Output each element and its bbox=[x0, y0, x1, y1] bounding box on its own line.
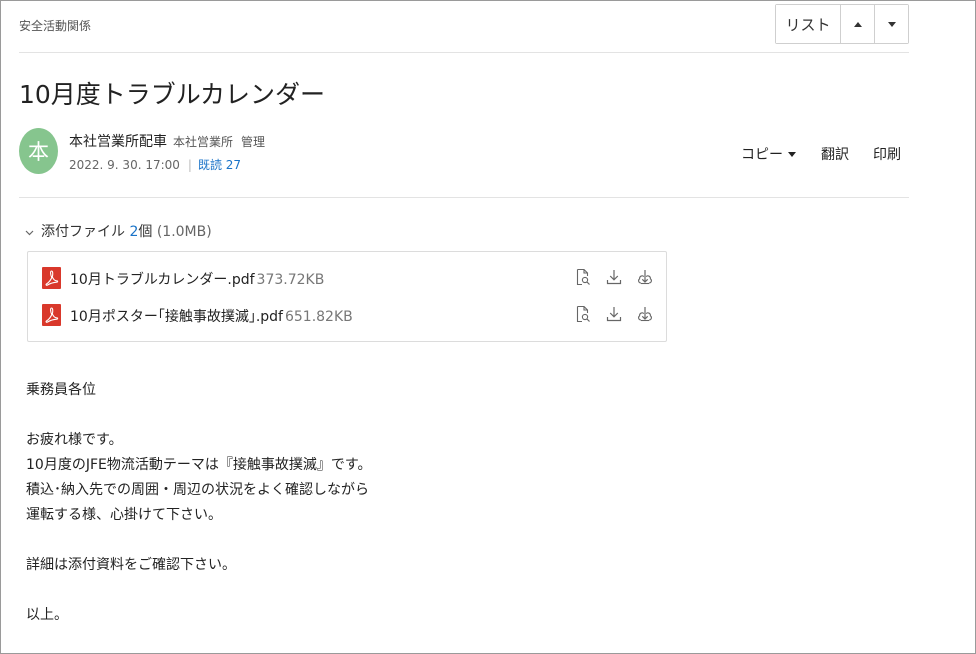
post-body: 乗務員各位 お疲れ様です。 10月度のJFE物流活動テーマは『接触事故撲滅』です… bbox=[26, 378, 371, 628]
read-count-link[interactable]: 既読 27 bbox=[198, 158, 241, 172]
attachment-size: 651.82KB bbox=[284, 309, 353, 325]
copy-label: コピー bbox=[741, 147, 783, 163]
body-blank-line bbox=[26, 578, 371, 603]
preview-icon[interactable] bbox=[574, 268, 592, 286]
pdf-icon bbox=[42, 267, 61, 289]
sender-department: 本社営業所 bbox=[173, 135, 234, 149]
download-icon[interactable] bbox=[605, 305, 623, 323]
attachment-actions bbox=[561, 305, 654, 323]
post-navigation: リスト bbox=[775, 4, 909, 44]
attachment-item: 10月トラブルカレンダー.pdf 373.72KB bbox=[42, 267, 654, 289]
cloud-download-icon[interactable] bbox=[636, 268, 654, 286]
sender-name[interactable]: 本社営業所配車 bbox=[69, 134, 167, 150]
caret-down-icon bbox=[887, 21, 896, 27]
caret-up-icon bbox=[853, 21, 862, 27]
sender-line: 本社営業所配車 本社営業所 管理 bbox=[69, 131, 265, 151]
body-line: お疲れ様です。 bbox=[26, 432, 123, 448]
post-date: 2022. 9. 30. 17:00 bbox=[69, 158, 180, 172]
body-line: 詳細は添付資料をご確認下さい。 bbox=[26, 557, 236, 573]
body-line: 運転する様、心掛けて下さい。 bbox=[26, 507, 222, 523]
attachment-filename: 10月ポスター｢接触事故撲滅｣.pdf bbox=[70, 309, 283, 325]
attachments-count-suffix: 個 bbox=[138, 224, 153, 240]
attachment-name-link[interactable]: 10月ポスター｢接触事故撲滅｣.pdf 651.82KB bbox=[70, 306, 353, 326]
attachment-item: 10月ポスター｢接触事故撲滅｣.pdf 651.82KB bbox=[42, 304, 654, 326]
pdf-icon bbox=[42, 304, 61, 326]
translate-button[interactable]: 翻訳 bbox=[821, 144, 849, 164]
post-title: 10月度トラブルカレンダー bbox=[19, 80, 326, 109]
body-blank-line bbox=[26, 528, 371, 553]
preview-icon[interactable] bbox=[574, 305, 592, 323]
header-row: 安全活動関係 リスト bbox=[19, 0, 909, 53]
attachments-toggle[interactable]: 添付ファイル 2個 (1.0MB) bbox=[25, 221, 212, 241]
attachment-actions bbox=[561, 268, 654, 286]
body-line: 以上。 bbox=[26, 607, 68, 623]
avatar[interactable]: 本 bbox=[19, 128, 58, 174]
next-post-button[interactable] bbox=[874, 5, 908, 43]
attachments-total-size: (1.0MB) bbox=[156, 224, 212, 240]
print-button[interactable]: 印刷 bbox=[873, 144, 901, 164]
download-icon[interactable] bbox=[605, 268, 623, 286]
post-view: 安全活動関係 リスト 10月度トラブルカレンダー 本 本社営業所配車 本社営業所管… bbox=[19, 0, 909, 623]
author-row: 本 本社営業所配車 本社営業所 管理 2022. 9. 30. 17:00 | 既読 2… bbox=[19, 128, 909, 198]
attachments-label: 添付ファイル bbox=[41, 224, 125, 240]
body-line: 積込･納入先での周囲・周辺の状況をよく確認しながら bbox=[26, 482, 369, 498]
sender-role: 管理 bbox=[241, 135, 266, 149]
attachments-list: 10月トラブルカレンダー.pdf 373.72KB 10月ポスター｢接触事故撲滅｣… bbox=[27, 251, 667, 342]
caret-down-icon bbox=[788, 151, 796, 157]
post-actions: コピー 翻訳 印刷 bbox=[741, 144, 901, 164]
body-blank-line bbox=[26, 403, 371, 428]
meta-separator: | bbox=[187, 158, 192, 172]
previous-post-button[interactable] bbox=[840, 5, 874, 43]
cloud-download-icon[interactable] bbox=[636, 305, 654, 323]
list-button[interactable]: リスト bbox=[776, 5, 840, 43]
copy-button[interactable]: コピー bbox=[741, 144, 796, 164]
post-meta: 2022. 9. 30. 17:00 | 既読 27 bbox=[69, 156, 241, 173]
chevron-down-icon bbox=[25, 226, 34, 239]
attachment-size: 373.72KB bbox=[256, 272, 325, 288]
attachment-filename: 10月トラブルカレンダー.pdf bbox=[70, 272, 255, 288]
body-line: 10月度のJFE物流活動テーマは『接触事故撲滅』です。 bbox=[26, 457, 372, 473]
attachment-name-link[interactable]: 10月トラブルカレンダー.pdf 373.72KB bbox=[70, 269, 324, 289]
breadcrumb[interactable]: 安全活動関係 bbox=[19, 17, 91, 34]
body-line: 乗務員各位 bbox=[26, 382, 96, 398]
